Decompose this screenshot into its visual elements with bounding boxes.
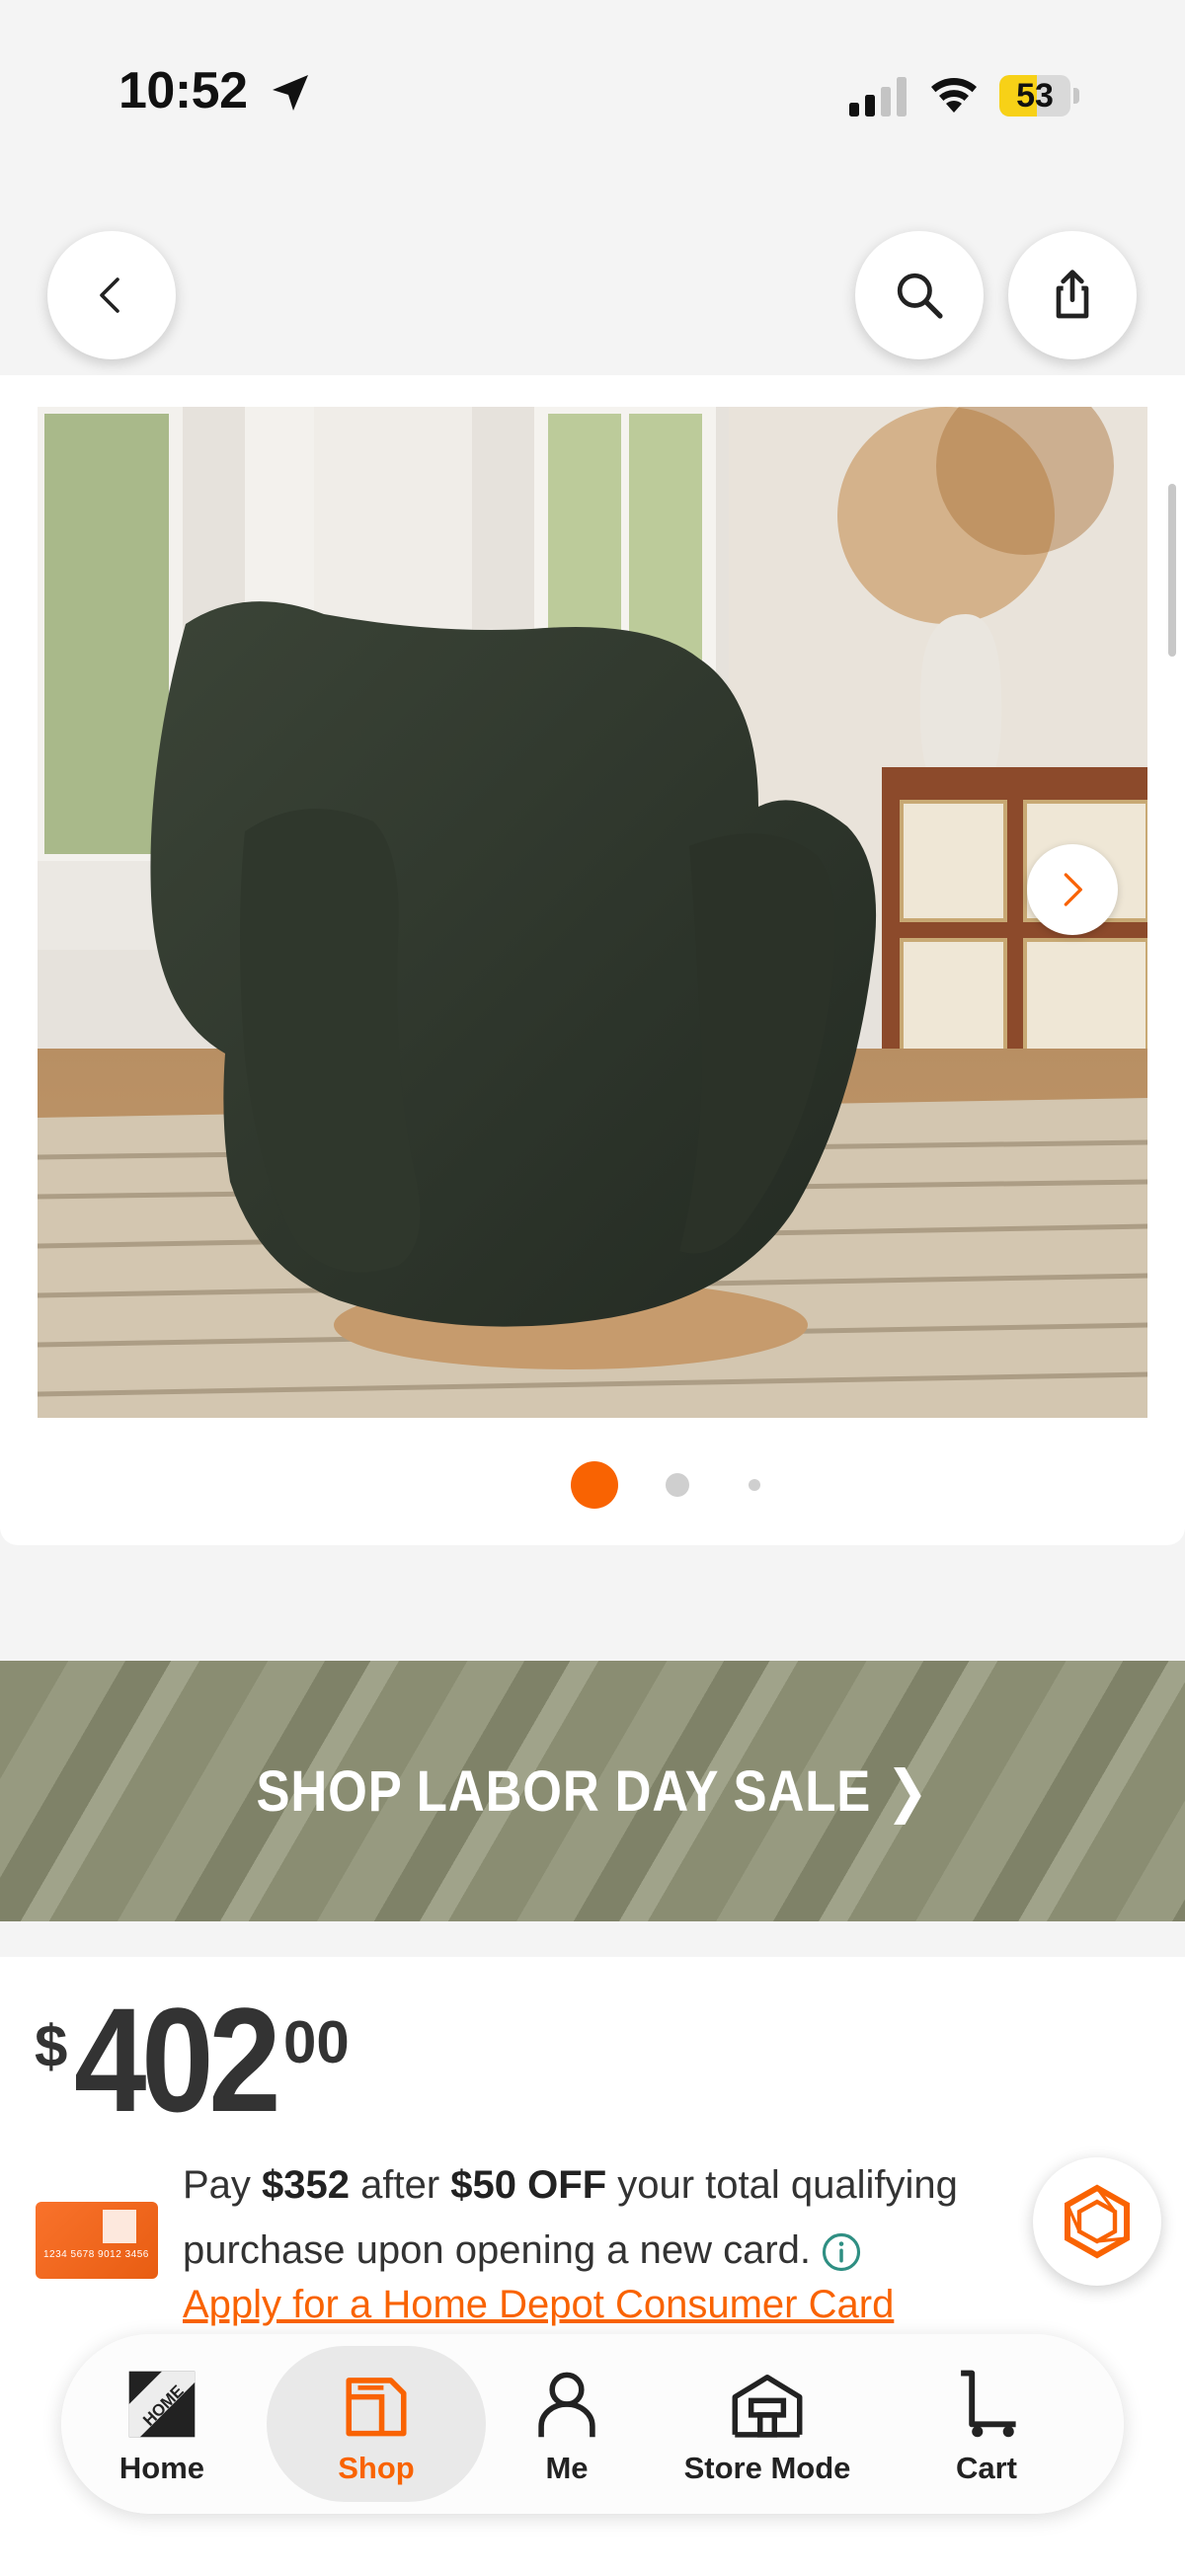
search-icon: [897, 273, 943, 319]
promo-discount: $50 OFF: [450, 2163, 607, 2207]
promo-amount: $352: [262, 2163, 351, 2207]
store-icon: [732, 2375, 803, 2438]
nav-label: Shop: [338, 2451, 415, 2485]
nav-store-mode[interactable]: Store Mode: [669, 2334, 866, 2514]
banner-label: SHOP LABOR DAY SALE ❯: [256, 1759, 929, 1824]
share-button[interactable]: [1008, 231, 1137, 359]
product-image[interactable]: [38, 407, 1147, 1418]
pagination-dot[interactable]: [666, 1473, 689, 1497]
nav-label: Home: [118, 2451, 205, 2485]
location-arrow-icon: [273, 75, 308, 111]
wifi-icon: [931, 78, 977, 113]
nav-me[interactable]: Me: [478, 2334, 656, 2514]
assistant-hexagon-icon: [1065, 2184, 1130, 2259]
gallery-pagination: [0, 1456, 1185, 1516]
labor-day-sale-banner[interactable]: SHOP LABOR DAY SALE ❯: [0, 1661, 1185, 1921]
home-depot-logo-icon: HOME: [128, 2371, 196, 2438]
bottom-navigation: HOME Home Shop Me Store Mode Cart: [61, 2334, 1124, 2514]
product-gallery: [0, 375, 1185, 1545]
status-bar: 10:52 53: [0, 0, 1185, 188]
battery-level: 53: [1016, 77, 1054, 115]
credit-card-image: 1234 5678 9012 3456: [36, 2202, 158, 2279]
price-whole: 402: [74, 1977, 281, 2143]
price-currency: $: [35, 2013, 68, 2079]
scroll-indicator: [1168, 484, 1176, 657]
pagination-dot-active[interactable]: [571, 1461, 618, 1509]
nav-home[interactable]: HOME Home: [73, 2334, 251, 2514]
next-image-button[interactable]: [1027, 844, 1118, 935]
nav-label: Cart: [955, 2451, 1017, 2485]
cart-icon: [961, 2370, 1016, 2438]
nav-label: Me: [545, 2451, 589, 2485]
pagination-dot[interactable]: [749, 1479, 760, 1491]
price-cents: 00: [283, 2009, 350, 2075]
cellular-signal-icon: [849, 77, 907, 117]
nav-shop[interactable]: Shop: [287, 2334, 465, 2514]
chat-assistant-button[interactable]: [1033, 2157, 1161, 2286]
info-icon[interactable]: [821, 2231, 862, 2273]
shop-bag-icon: [346, 2378, 407, 2437]
chevron-left-icon: [100, 277, 119, 313]
product-photo: [38, 407, 1147, 1418]
nav-label: Store Mode: [683, 2451, 851, 2485]
chevron-right-icon: [1064, 873, 1082, 906]
back-button[interactable]: [47, 231, 176, 359]
card-promo-text: Pay $352 after $50 OFF your total qualif…: [183, 2163, 958, 2273]
search-button[interactable]: [855, 231, 984, 359]
battery-indicator: 53: [999, 75, 1079, 117]
status-time: 10:52: [118, 62, 248, 119]
nav-cart[interactable]: Cart: [903, 2334, 1070, 2514]
share-icon: [1056, 270, 1089, 319]
person-icon: [538, 2372, 595, 2438]
home-depot-logo-icon: [103, 2210, 136, 2243]
apply-card-link[interactable]: Apply for a Home Depot Consumer Card: [183, 2283, 894, 2327]
